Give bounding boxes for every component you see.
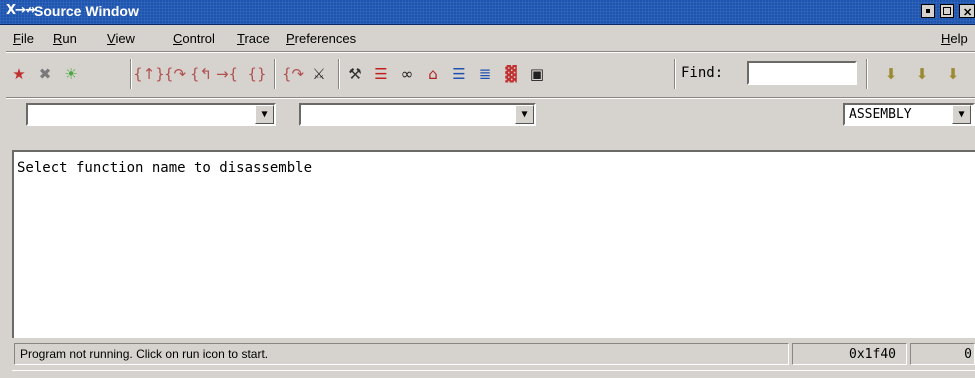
chevron-down-icon[interactable]: ▼ [952, 105, 971, 124]
menu-run[interactable]: Run [53, 31, 77, 46]
step-icon[interactable]: {↑} [133, 63, 165, 85]
memory-icon[interactable]: ∞ [396, 63, 418, 85]
mode-combobox-value: ASSEMBLY [849, 107, 912, 122]
nexti-icon[interactable]: {↷ [282, 63, 304, 85]
menu-bar: File Run View Control Trace Preferences … [0, 25, 975, 51]
status-line: 0 [964, 347, 972, 362]
breakpoints-icon[interactable]: ☰ [448, 63, 470, 85]
up-stack-icon[interactable]: ⚔ [308, 63, 330, 85]
next-icon[interactable]: {↷ [164, 63, 186, 85]
status-address: 0x1f40 [849, 347, 896, 362]
status-message-panel: Program not running. Click on run icon t… [14, 343, 789, 365]
menu-help[interactable]: Help [941, 31, 968, 46]
continue-icon[interactable]: →{ [216, 63, 238, 85]
chevron-down-icon[interactable]: ▼ [255, 105, 274, 124]
file-combobox[interactable]: ▼ [26, 103, 276, 126]
toolbar-bottom-separator [6, 97, 975, 99]
status-address-panel: 0x1f40 [792, 343, 907, 365]
toolbar-separator [866, 59, 868, 89]
stop-icon[interactable]: ✖ [34, 63, 56, 85]
next-match-icon[interactable]: ⬇ [911, 63, 933, 85]
finish-icon[interactable]: {↰ [190, 63, 212, 85]
horizontal-scrollbar[interactable] [0, 370, 975, 377]
window-title: Source Window [34, 3, 139, 19]
toolbar-separator [130, 59, 132, 89]
mode-combobox[interactable]: ASSEMBLY ▼ [843, 103, 975, 126]
down-stack-icon[interactable]: ⚒ [344, 63, 366, 85]
registers-icon[interactable]: ☰ [370, 63, 392, 85]
home-icon[interactable]: ⌂ [422, 63, 444, 85]
find-label: Find: [681, 65, 724, 81]
function-combobox[interactable]: ▼ [299, 103, 536, 126]
window-logo-icon: X→↛ [6, 3, 36, 18]
source-text: Select function name to disassemble [17, 160, 313, 176]
attach-icon[interactable]: ☀ [60, 63, 82, 85]
find-input[interactable] [747, 61, 857, 85]
toolbar-separator [674, 59, 676, 89]
stack-icon[interactable]: ▓ [500, 63, 522, 85]
search-options-icon[interactable]: ⬇ [942, 63, 964, 85]
status-line-panel: 0 [910, 343, 975, 365]
source-view[interactable]: Select function name to disassemble [12, 150, 975, 338]
prev-match-icon[interactable]: ⬇ [880, 63, 902, 85]
run-icon[interactable]: ★ [8, 63, 30, 85]
toolbar-separator [274, 59, 276, 89]
stepi-icon[interactable]: {} [246, 63, 268, 85]
toolbar-separator [338, 59, 340, 89]
close-button[interactable]: ✕ [959, 4, 975, 19]
status-message: Program not running. Click on run icon t… [20, 347, 269, 361]
console-icon[interactable]: ▣ [526, 63, 548, 85]
watch-icon[interactable]: ≣ [474, 63, 496, 85]
menu-file[interactable]: File [13, 31, 34, 46]
menu-view[interactable]: View [107, 31, 135, 46]
maximize-button[interactable] [940, 4, 954, 18]
toolbar: Find: ★ ✖ ☀ {↑} {↷ {↰ →{{} {↷ ⚔ ⚒ ☰ ∞ ⌂ ☰ ≣ ▓ ▣ ⬇ ⬇ ⬇ [0, 53, 975, 95]
menu-preferences[interactable]: Preferences [286, 31, 356, 46]
chevron-down-icon[interactable]: ▼ [515, 105, 534, 124]
title-bar[interactable]: X→↛ Source Window ✕ [0, 0, 975, 25]
minimize-button[interactable] [921, 4, 935, 18]
menu-control[interactable]: Control [173, 31, 215, 46]
close-icon: ✕ [963, 7, 973, 19]
menu-trace[interactable]: Trace [237, 31, 270, 46]
